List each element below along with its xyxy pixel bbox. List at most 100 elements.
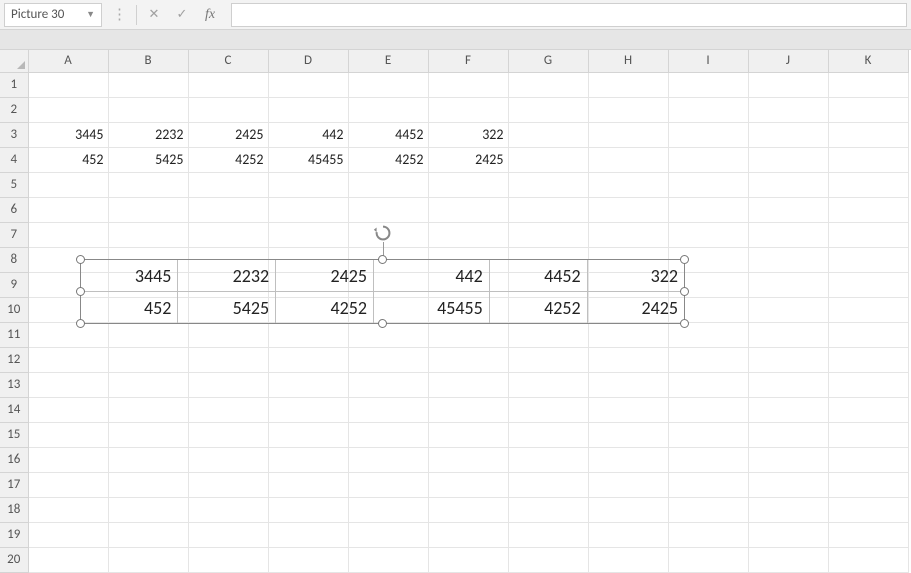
row-header-6[interactable]: 6: [0, 197, 28, 222]
cell-G19[interactable]: [508, 522, 588, 547]
cell-E1[interactable]: [348, 72, 428, 97]
cell-C12[interactable]: [188, 347, 268, 372]
cell-J8[interactable]: [748, 247, 828, 272]
cell-K15[interactable]: [828, 422, 908, 447]
cell-H15[interactable]: [588, 422, 668, 447]
cell-B2[interactable]: [108, 97, 188, 122]
cell-B14[interactable]: [108, 397, 188, 422]
cell-K3[interactable]: [828, 122, 908, 147]
cell-E19[interactable]: [348, 522, 428, 547]
cell-I18[interactable]: [668, 497, 748, 522]
resize-handle-n[interactable]: [378, 255, 387, 264]
cell-F19[interactable]: [428, 522, 508, 547]
row-header-17[interactable]: 17: [0, 472, 28, 497]
cell-A16[interactable]: [28, 447, 108, 472]
cell-B5[interactable]: [108, 172, 188, 197]
cell-C6[interactable]: [188, 197, 268, 222]
cell-I13[interactable]: [668, 372, 748, 397]
cell-A1[interactable]: [28, 72, 108, 97]
cell-G1[interactable]: [508, 72, 588, 97]
cell-D17[interactable]: [268, 472, 348, 497]
cell-A4[interactable]: 452: [28, 147, 108, 172]
cell-C4[interactable]: 4252: [188, 147, 268, 172]
cell-F4[interactable]: 2425: [428, 147, 508, 172]
cell-H19[interactable]: [588, 522, 668, 547]
cell-K8[interactable]: [828, 247, 908, 272]
cell-J3[interactable]: [748, 122, 828, 147]
cell-G3[interactable]: [508, 122, 588, 147]
cell-C13[interactable]: [188, 372, 268, 397]
cell-A15[interactable]: [28, 422, 108, 447]
cell-K7[interactable]: [828, 222, 908, 247]
cell-G2[interactable]: [508, 97, 588, 122]
cell-F18[interactable]: [428, 497, 508, 522]
row-header-18[interactable]: 18: [0, 497, 28, 522]
cell-E4[interactable]: 4252: [348, 147, 428, 172]
cell-F12[interactable]: [428, 347, 508, 372]
cell-G7[interactable]: [508, 222, 588, 247]
cell-G13[interactable]: [508, 372, 588, 397]
cell-A7[interactable]: [28, 222, 108, 247]
cell-J2[interactable]: [748, 97, 828, 122]
cell-I3[interactable]: [668, 122, 748, 147]
cell-G17[interactable]: [508, 472, 588, 497]
cell-I16[interactable]: [668, 447, 748, 472]
cell-H1[interactable]: [588, 72, 668, 97]
resize-handle-w[interactable]: [76, 287, 85, 296]
cell-K19[interactable]: [828, 522, 908, 547]
cell-F1[interactable]: [428, 72, 508, 97]
cell-F7[interactable]: [428, 222, 508, 247]
cell-B12[interactable]: [108, 347, 188, 372]
cell-B4[interactable]: 5425: [108, 147, 188, 172]
row-header-16[interactable]: 16: [0, 447, 28, 472]
cell-A18[interactable]: [28, 497, 108, 522]
enter-button[interactable]: ✓: [171, 4, 193, 26]
cell-C7[interactable]: [188, 222, 268, 247]
resize-handle-e[interactable]: [680, 287, 689, 296]
cell-B7[interactable]: [108, 222, 188, 247]
cell-I7[interactable]: [668, 222, 748, 247]
cell-I4[interactable]: [668, 147, 748, 172]
cell-J19[interactable]: [748, 522, 828, 547]
cell-I1[interactable]: [668, 72, 748, 97]
cell-F5[interactable]: [428, 172, 508, 197]
cell-G18[interactable]: [508, 497, 588, 522]
cell-A14[interactable]: [28, 397, 108, 422]
row-header-1[interactable]: 1: [0, 72, 28, 97]
cell-E17[interactable]: [348, 472, 428, 497]
cell-A17[interactable]: [28, 472, 108, 497]
column-header-B[interactable]: B: [108, 50, 188, 72]
column-header-I[interactable]: I: [668, 50, 748, 72]
column-header-F[interactable]: F: [428, 50, 508, 72]
cell-H14[interactable]: [588, 397, 668, 422]
cell-E14[interactable]: [348, 397, 428, 422]
cell-K1[interactable]: [828, 72, 908, 97]
cell-G16[interactable]: [508, 447, 588, 472]
cell-I5[interactable]: [668, 172, 748, 197]
cell-A11[interactable]: [28, 322, 108, 347]
row-header-4[interactable]: 4: [0, 147, 28, 172]
cell-H2[interactable]: [588, 97, 668, 122]
cell-C3[interactable]: 2425: [188, 122, 268, 147]
cell-I17[interactable]: [668, 472, 748, 497]
cell-A3[interactable]: 3445: [28, 122, 108, 147]
column-header-K[interactable]: K: [828, 50, 908, 72]
cell-E11[interactable]: [348, 322, 428, 347]
cell-E6[interactable]: [348, 197, 428, 222]
cell-J7[interactable]: [748, 222, 828, 247]
cell-D2[interactable]: [268, 97, 348, 122]
cell-G6[interactable]: [508, 197, 588, 222]
row-header-13[interactable]: 13: [0, 372, 28, 397]
cell-I6[interactable]: [668, 197, 748, 222]
cell-G5[interactable]: [508, 172, 588, 197]
formula-input[interactable]: [231, 3, 907, 27]
cell-D16[interactable]: [268, 447, 348, 472]
resize-handle-nw[interactable]: [76, 255, 85, 264]
cell-G12[interactable]: [508, 347, 588, 372]
cell-F16[interactable]: [428, 447, 508, 472]
cell-E15[interactable]: [348, 422, 428, 447]
cell-F6[interactable]: [428, 197, 508, 222]
cell-H12[interactable]: [588, 347, 668, 372]
cell-C16[interactable]: [188, 447, 268, 472]
cell-J5[interactable]: [748, 172, 828, 197]
